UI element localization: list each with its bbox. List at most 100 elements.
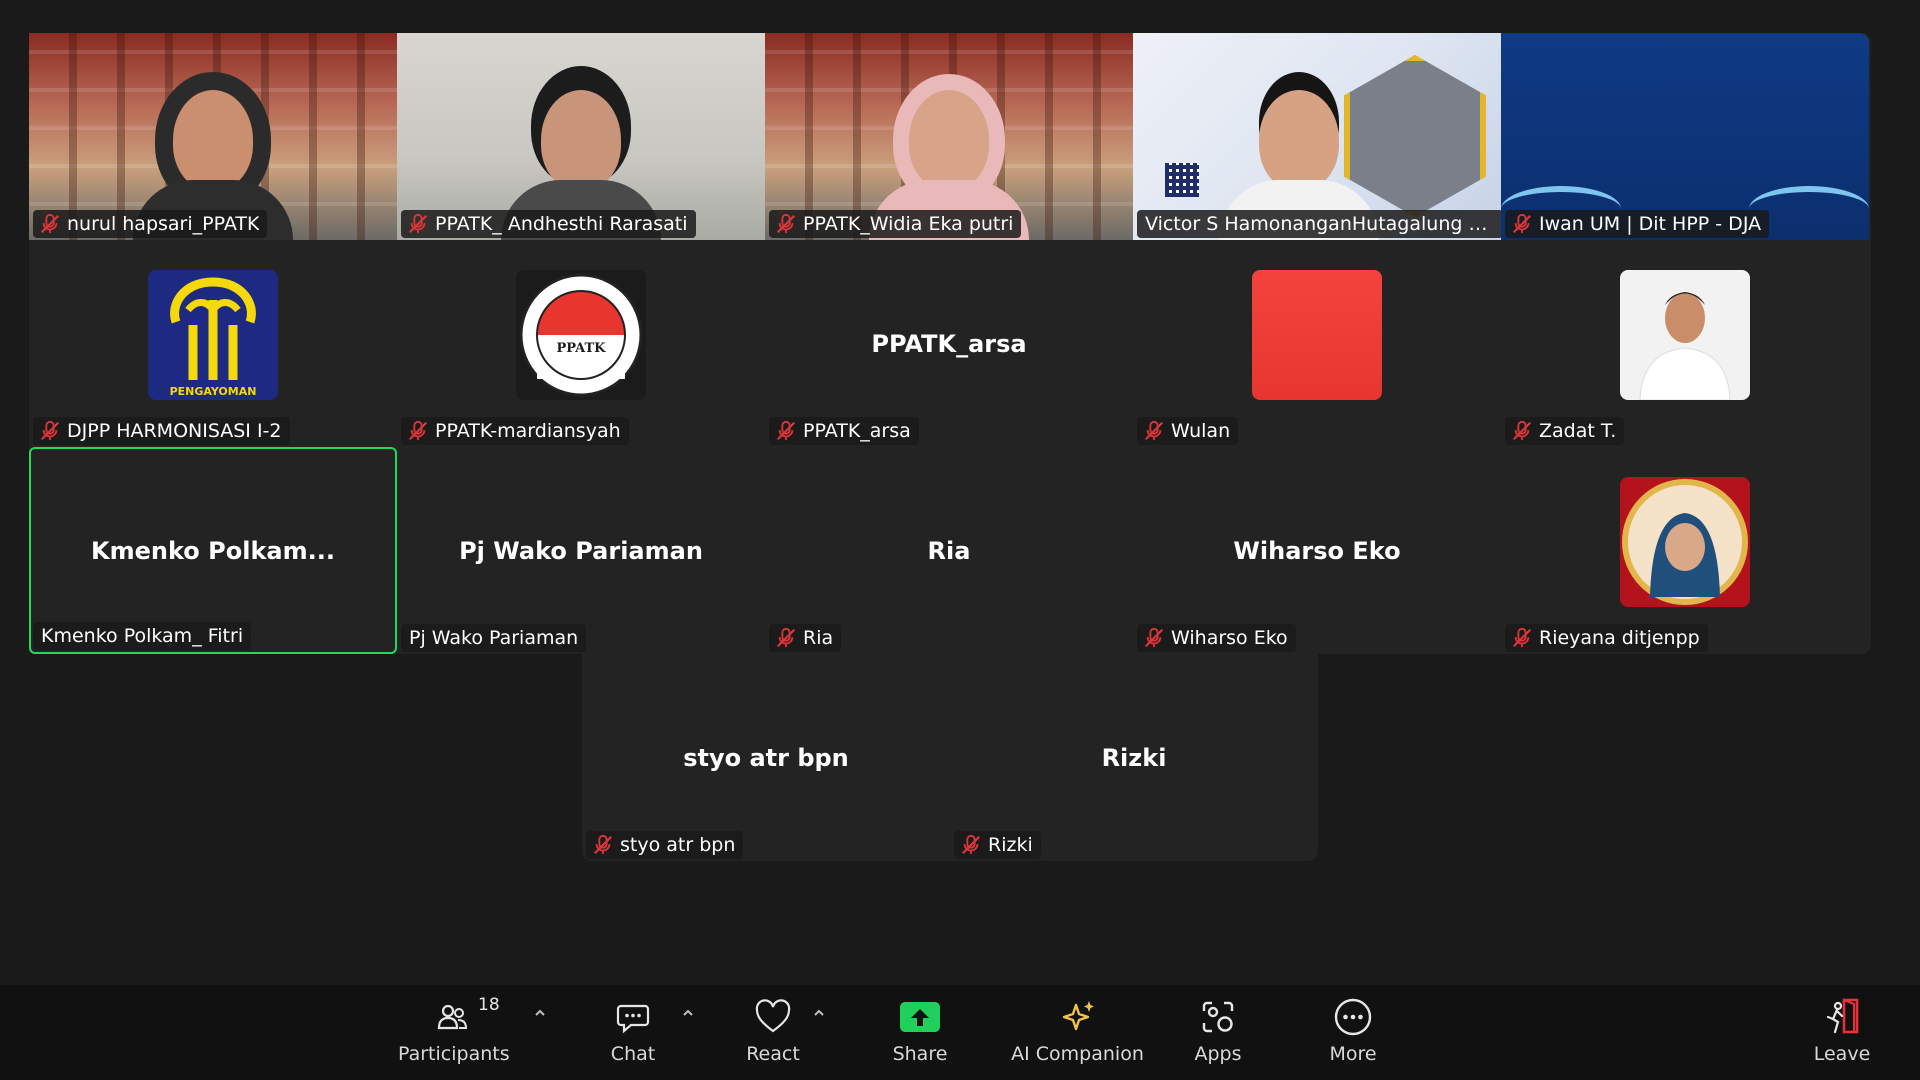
- ai-companion-button[interactable]: AI Companion: [1005, 995, 1150, 1075]
- react-button[interactable]: React: [733, 995, 813, 1075]
- chat-button[interactable]: Chat: [593, 995, 673, 1075]
- participant-name-tag: Wiharso Eko: [1137, 624, 1296, 652]
- participant-name: PPATK_Widia Eka putri: [803, 213, 1014, 235]
- participant-name: PPATK-mardiansyah: [435, 420, 621, 442]
- apps-icon: [1202, 1001, 1234, 1033]
- mic-muted-icon: [408, 213, 428, 234]
- video-tile[interactable]: Victor S HamonanganHutagalung H...: [1133, 33, 1501, 240]
- participant-name-tag: Iwan UM | Dit HPP - DJA: [1505, 210, 1770, 238]
- more-button[interactable]: More: [1313, 995, 1393, 1075]
- chat-options-caret[interactable]: [680, 1005, 696, 1021]
- more-label: More: [1329, 1043, 1377, 1065]
- chat-icon: [616, 1004, 650, 1034]
- participant-tile[interactable]: Wulan: [1133, 240, 1501, 447]
- participant-name-tag: styo atr bpn: [586, 831, 744, 859]
- avatar: [1620, 477, 1750, 607]
- video-tile[interactable]: Iwan UM | Dit HPP - DJA: [1501, 33, 1869, 240]
- participant-display-name: Pj Wako Pariaman: [459, 537, 703, 565]
- participant-tile[interactable]: Wiharso Eko Wiharso Eko: [1133, 447, 1501, 654]
- participant-tile-active-speaker[interactable]: Kmenko Polkam... Kmenko Polkam_ Fitri: [29, 447, 397, 654]
- participant-name: DJPP HARMONISASI I-2: [67, 420, 282, 442]
- ai-companion-label: AI Companion: [1011, 1043, 1144, 1065]
- chevron-up-icon: [535, 1009, 545, 1016]
- participant-name: Ria: [803, 627, 834, 649]
- participant-name-tag: Rizki: [954, 831, 1041, 859]
- participant-name: Zadat T.: [1539, 420, 1617, 442]
- participant-name: PPATK_ Andhesthi Rarasati: [435, 213, 688, 235]
- participant-name: Wiharso Eko: [1171, 627, 1288, 649]
- participant-tile[interactable]: Rieyana ditjenpp: [1501, 447, 1869, 654]
- participant-name-tag: DJPP HARMONISASI I-2: [33, 417, 290, 445]
- participants-options-caret[interactable]: [532, 1005, 548, 1021]
- participant-name: Rizki: [988, 834, 1033, 856]
- video-tile[interactable]: PPATK_ Andhesthi Rarasati: [397, 33, 765, 240]
- ai-sparkle-icon: [1062, 1001, 1094, 1031]
- participant-display-name: Ria: [927, 537, 971, 565]
- participant-tile[interactable]: Zadat T.: [1501, 240, 1869, 447]
- participant-name-tag: PPATK-mardiansyah: [401, 417, 629, 445]
- participant-name-tag: Rieyana ditjenpp: [1505, 624, 1708, 652]
- svg-text:PPATK: PPATK: [557, 341, 607, 356]
- avatar: [1252, 270, 1382, 400]
- profile-photo: [1639, 292, 1731, 400]
- mic-muted-icon: [961, 834, 981, 855]
- chevron-up-icon: [683, 1009, 693, 1016]
- more-icon: [1334, 998, 1372, 1036]
- participant-display-name: styo atr bpn: [683, 744, 849, 772]
- participant-name-tag: Zadat T.: [1505, 417, 1625, 445]
- participant-tile[interactable]: styo atr bpn styo atr bpn: [582, 654, 950, 861]
- mic-muted-icon: [776, 213, 796, 234]
- mic-muted-icon: [776, 420, 796, 441]
- participant-tile[interactable]: Rizki Rizki: [950, 654, 1318, 861]
- participant-name-tag: PPATK_Widia Eka putri: [769, 210, 1022, 238]
- mic-muted-icon: [1512, 213, 1532, 234]
- participant-display-name: Kmenko Polkam...: [91, 537, 335, 565]
- video-tile[interactable]: PPATK_Widia Eka putri: [765, 33, 1133, 240]
- ppatk-logo: PPATK: [519, 273, 643, 397]
- react-label: React: [746, 1043, 800, 1065]
- participant-name: nurul hapsari_PPATK: [67, 213, 260, 235]
- video-tile[interactable]: nurul hapsari_PPATK: [29, 33, 397, 240]
- participant-tile[interactable]: Ria Ria: [765, 447, 1133, 654]
- participant-name: Iwan UM | Dit HPP - DJA: [1539, 213, 1762, 235]
- svg-text:PENGAYOMAN: PENGAYOMAN: [170, 385, 257, 398]
- participant-display-name: Wiharso Eko: [1233, 537, 1401, 565]
- participant-name: Victor S HamonanganHutagalung H...: [1145, 213, 1495, 235]
- participant-name: Wulan: [1171, 420, 1231, 442]
- participant-tile[interactable]: Pj Wako Pariaman Pj Wako Pariaman: [397, 447, 765, 654]
- participant-name-tag: Victor S HamonanganHutagalung H...: [1137, 210, 1501, 238]
- mic-muted-icon: [1512, 420, 1532, 441]
- leave-label: Leave: [1813, 1043, 1871, 1065]
- pengayoman-logo: PENGAYOMAN: [170, 277, 257, 398]
- react-options-caret[interactable]: [811, 1005, 827, 1021]
- participants-count: 18: [478, 995, 500, 1015]
- participant-name: Rieyana ditjenpp: [1539, 627, 1700, 649]
- participant-display-name: Rizki: [1101, 744, 1167, 772]
- mic-muted-icon: [40, 420, 60, 441]
- apps-button[interactable]: Apps: [1178, 995, 1258, 1075]
- avatar: PPATK: [516, 270, 646, 400]
- apps-label: Apps: [1194, 1043, 1242, 1065]
- participant-name-tag: Pj Wako Pariaman: [401, 624, 587, 652]
- heart-icon: [755, 999, 791, 1033]
- participants-label: Participants: [398, 1043, 510, 1065]
- mic-muted-icon: [776, 627, 796, 648]
- chevron-up-icon: [814, 1009, 824, 1016]
- participant-name: Kmenko Polkam_ Fitri: [41, 625, 244, 647]
- participant-name-tag: nurul hapsari_PPATK: [33, 210, 268, 238]
- avatar: PENGAYOMAN: [148, 270, 278, 400]
- qr-code-icon: [1165, 163, 1199, 197]
- participant-tile[interactable]: PPATK_arsa PPATK_arsa: [765, 240, 1133, 447]
- leave-door-icon: [1826, 998, 1859, 1034]
- share-button[interactable]: Share: [880, 995, 960, 1075]
- profile-photo: [1622, 479, 1748, 605]
- mic-muted-icon: [1512, 627, 1532, 648]
- participant-name-tag: PPATK_ Andhesthi Rarasati: [401, 210, 696, 238]
- participant-tile[interactable]: PENGAYOMAN DJPP HARMONISASI I-2: [29, 240, 397, 447]
- participant-tile[interactable]: PPATK PPATK-mardiansyah: [397, 240, 765, 447]
- participants-button[interactable]: 18 Participants: [398, 995, 510, 1075]
- mic-muted-icon: [593, 834, 613, 855]
- participant-display-name: PPATK_arsa: [871, 330, 1027, 358]
- participant-name-tag: PPATK_arsa: [769, 417, 919, 445]
- leave-button[interactable]: Leave: [1802, 995, 1882, 1075]
